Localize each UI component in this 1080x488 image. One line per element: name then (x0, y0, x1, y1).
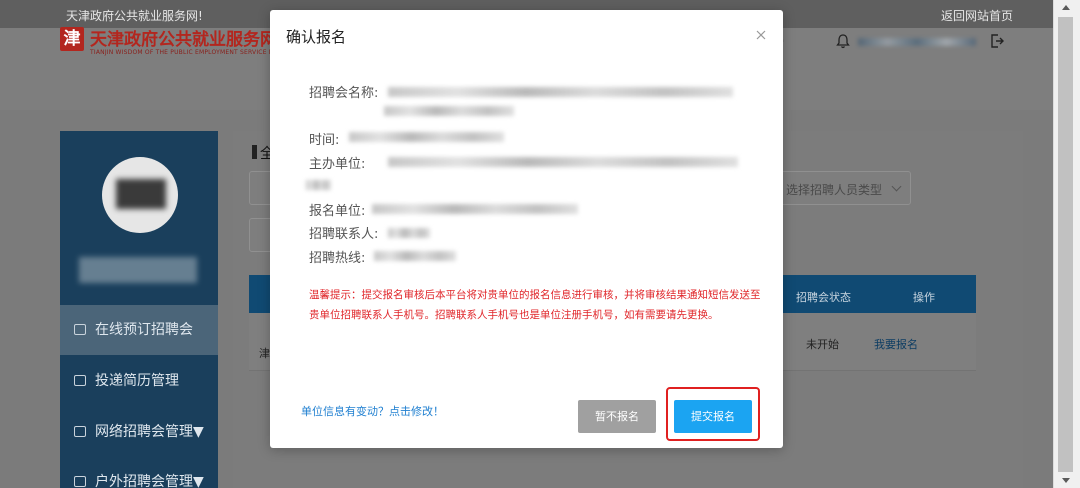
avatar (102, 157, 178, 233)
cancel-button[interactable]: 暂不报名 (578, 400, 656, 433)
sidebar-item-online-fair-management[interactable]: 网络招聘会管理▼ (60, 407, 218, 457)
logout-icon[interactable] (989, 33, 1005, 49)
site-title[interactable]: 天津政府公共就业服务网 (90, 25, 277, 50)
sidebar-item-online-booking[interactable]: 在线预订招聘会 (60, 305, 218, 355)
type-select-placeholder: 选择招聘人员类型 (786, 183, 883, 197)
scroll-down-icon[interactable] (1062, 478, 1070, 483)
contact-value-redacted (388, 228, 430, 238)
welcome-text: 天津政府公共就业服务网! (66, 9, 203, 23)
sidebar-item-resume-management[interactable]: 投递简历管理 (60, 356, 218, 406)
fair-name-value-redacted (384, 106, 514, 116)
scrollbar-thumb[interactable] (1058, 17, 1073, 472)
hotline-label: 招聘热线: (309, 251, 366, 266)
table-cell-name: 津 (259, 347, 270, 360)
column-header-action: 操作 (913, 291, 935, 304)
registrant-value-redacted (372, 204, 578, 214)
sidebar-item-outdoor-fair-management[interactable]: 户外招聘会管理▼ (60, 457, 218, 488)
close-icon[interactable] (754, 28, 768, 42)
time-value-redacted (349, 132, 504, 142)
bell-icon[interactable] (836, 34, 850, 49)
dialog-title: 确认报名 (286, 28, 347, 46)
reminder-text: 温馨提示：提交报名审核后本平台将对贵单位的报名信息进行审核，并将审核结果通知短信… (309, 289, 761, 321)
column-header-status: 招聘会状态 (796, 291, 851, 304)
organization-name-redacted (79, 257, 197, 283)
sidebar-item-label: 在线预订招聘会 (95, 322, 193, 338)
briefcase-icon (74, 476, 86, 487)
register-link[interactable]: 我要报名 (874, 336, 918, 352)
title-marker (252, 145, 257, 159)
scroll-up-icon[interactable] (1062, 5, 1070, 10)
sidebar-item-label: 户外招聘会管理▼ (95, 474, 204, 488)
organizer-value-redacted (388, 157, 738, 167)
confirm-registration-dialog: 确认报名 招聘会名称: 时间: 主办单位: 报名单位: 招聘联系人: 招聘热线:… (270, 10, 783, 448)
briefcase-icon (74, 426, 86, 437)
hotline-value-redacted (374, 251, 456, 261)
briefcase-icon (74, 375, 86, 386)
logo-icon[interactable]: 津 (60, 27, 84, 51)
organizer-value-redacted (306, 180, 331, 190)
highlight-box (666, 387, 760, 441)
table-cell-status: 未开始 (806, 338, 839, 351)
organizer-label: 主办单位: (309, 157, 366, 172)
fair-name-label: 招聘会名称: (309, 86, 379, 101)
sidebar-item-label: 投递简历管理 (95, 373, 179, 389)
contact-label: 招聘联系人: (309, 227, 379, 242)
user-name-redacted[interactable] (858, 38, 976, 46)
registrant-label: 报名单位: (309, 204, 366, 219)
fair-name-value-redacted (388, 87, 733, 97)
edit-icon (74, 324, 86, 335)
time-label: 时间: (309, 133, 340, 148)
sidebar-item-label: 网络招聘会管理▼ (95, 424, 204, 440)
back-to-home-link[interactable]: 返回网站首页 (941, 7, 1013, 24)
modify-info-link[interactable]: 单位信息有变动？点击修改！ (301, 403, 444, 419)
